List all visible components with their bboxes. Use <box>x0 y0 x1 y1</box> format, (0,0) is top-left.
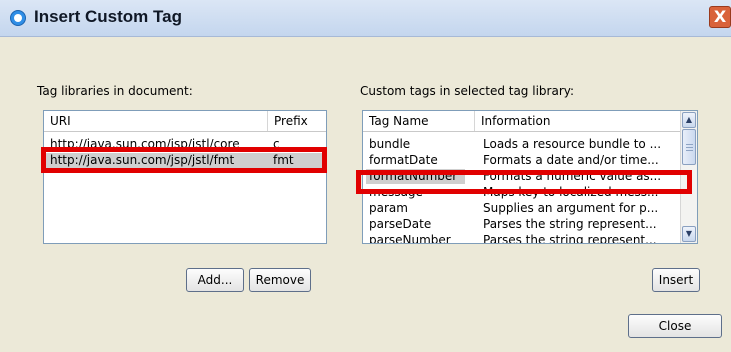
dialog-title: Insert Custom Tag <box>34 7 182 26</box>
title-bar[interactable]: Insert Custom Tag X <box>0 0 731 37</box>
chevron-down-icon[interactable]: ▼ <box>682 226 696 242</box>
insert-button[interactable]: Insert <box>652 268 700 292</box>
tag-info: Supplies an argument for p... <box>483 201 659 215</box>
highlight-annotation-library <box>41 147 327 173</box>
insert-custom-tag-dialog: Insert Custom Tag X Tag libraries in doc… <box>0 0 731 352</box>
tag-info: Formats a date and/or time... <box>483 153 659 167</box>
grip-line <box>686 147 693 148</box>
tag-name: parseNumber <box>369 233 451 244</box>
custom-tags-header: Tag Name Information <box>363 111 680 132</box>
close-window-button[interactable]: X <box>709 6 731 28</box>
custom-tags-label: Custom tags in selected tag library: <box>360 84 575 98</box>
tag-name: bundle <box>369 137 411 151</box>
tag-row-partial[interactable]: parseNumber Parses the string represent.… <box>363 233 680 244</box>
tag-name: param <box>369 201 408 215</box>
add-button[interactable]: Add... <box>186 268 244 292</box>
column-header-tag-name[interactable]: Tag Name <box>363 111 475 131</box>
app-circle-icon <box>10 10 26 26</box>
scrollbar-thumb[interactable] <box>682 129 696 165</box>
grip-line <box>686 144 693 145</box>
tag-name: formatDate <box>369 153 438 167</box>
chevron-up-icon[interactable]: ▲ <box>682 112 696 128</box>
tag-info: Parses the string represent... <box>483 233 657 244</box>
tag-info: Loads a resource bundle to ... <box>483 137 662 151</box>
tag-libraries-label: Tag libraries in document: <box>37 84 193 98</box>
tag-libraries-list[interactable]: URI Prefix http://java.sun.com/jsp/jstl/… <box>43 110 327 244</box>
remove-button[interactable]: Remove <box>249 268 311 292</box>
tag-name: parseDate <box>369 217 432 231</box>
column-header-uri[interactable]: URI <box>44 111 268 131</box>
tag-row[interactable]: formatDate Formats a date and/or time... <box>363 153 680 168</box>
grip-line <box>686 150 693 151</box>
tag-row[interactable]: param Supplies an argument for p... <box>363 201 680 216</box>
tag-info: Parses the string represent... <box>483 217 657 231</box>
tag-libraries-header: URI Prefix <box>44 111 326 132</box>
column-header-prefix[interactable]: Prefix <box>268 111 326 131</box>
close-button[interactable]: Close <box>628 314 722 338</box>
highlight-annotation-tag <box>356 170 692 194</box>
tag-row[interactable]: bundle Loads a resource bundle to ... <box>363 137 680 152</box>
tag-row[interactable]: parseDate Parses the string represent... <box>363 217 680 232</box>
column-header-information[interactable]: Information <box>475 111 680 131</box>
